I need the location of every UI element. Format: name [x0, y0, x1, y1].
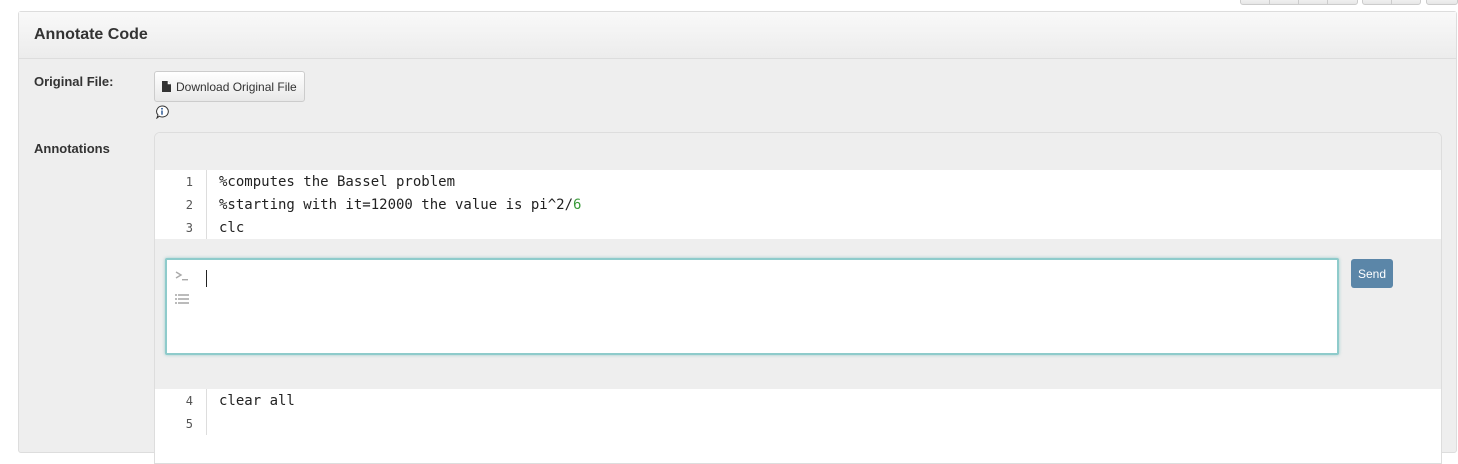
code-number-literal: 6: [573, 196, 582, 213]
code-line[interactable]: 4 clear all: [155, 389, 1441, 412]
code-text: clc: [219, 219, 245, 236]
code-text: %starting with it=12000 the value is pi^…: [219, 196, 574, 213]
terminal-prompt-icon[interactable]: [175, 270, 189, 282]
panel-title: Annotate Code: [34, 26, 148, 43]
top-toolbar-group-left[interactable]: [1240, 0, 1358, 5]
code-line[interactable]: 3 clc: [155, 216, 1441, 239]
editor-toolbar: [155, 133, 1441, 172]
top-toolbar-group-middle[interactable]: [1362, 0, 1421, 5]
line-number: 1: [185, 174, 193, 189]
line-number: 5: [185, 416, 193, 431]
send-button[interactable]: Send: [1351, 259, 1393, 288]
code-line[interactable]: 2 %starting with it=12000 the value is p…: [155, 193, 1441, 216]
original-file-label: Original File:: [34, 74, 114, 89]
line-number: 2: [185, 197, 193, 212]
line-number: 3: [185, 220, 193, 235]
file-icon: [162, 81, 171, 92]
text-caret: [206, 270, 207, 287]
info-icon[interactable]: [155, 105, 169, 119]
annotations-label: Annotations: [34, 141, 110, 156]
code-line[interactable]: 5: [155, 412, 1441, 435]
code-line[interactable]: 1 %computes the Bassel problem: [155, 170, 1441, 193]
code-editor[interactable]: 1 %computes the Bassel problem 2 %starti…: [154, 132, 1442, 464]
line-number: 4: [185, 393, 193, 408]
top-toolbar-group-right[interactable]: [1426, 0, 1458, 5]
code-text: %computes the Bassel problem: [219, 173, 456, 190]
download-button-label: Download Original File: [176, 79, 297, 94]
annotate-code-panel: Annotate Code Original File: Download Or…: [18, 11, 1457, 464]
code-text: clear all: [219, 392, 295, 409]
annotation-widget: Send: [155, 239, 1441, 389]
comment-input[interactable]: [165, 258, 1339, 355]
download-original-file-button[interactable]: Download Original File: [154, 71, 305, 102]
list-icon[interactable]: [175, 293, 189, 305]
panel-heading: Annotate Code: [19, 12, 1456, 59]
